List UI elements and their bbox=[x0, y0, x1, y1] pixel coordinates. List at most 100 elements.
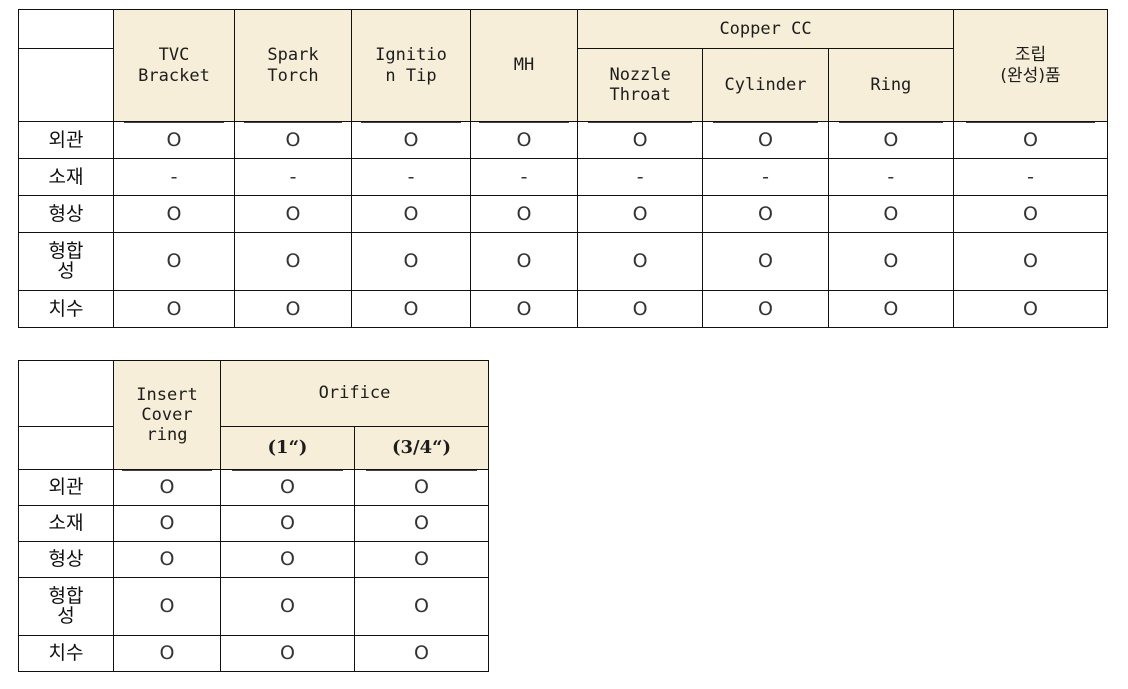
header-line: Ignitio bbox=[375, 45, 447, 66]
cell-value: - bbox=[827, 158, 955, 196]
cell-value: O bbox=[234, 121, 352, 159]
cell-value: O bbox=[113, 505, 221, 542]
row-label-line: 외관 bbox=[48, 128, 84, 151]
cell-value: O bbox=[827, 232, 955, 291]
row-label-fit: 형합 성 bbox=[18, 577, 114, 636]
cell-value: O bbox=[220, 541, 355, 578]
header-line: Ring bbox=[870, 74, 912, 95]
cell-value: O bbox=[351, 232, 471, 291]
cell-value: - bbox=[113, 158, 235, 196]
cell-value: - bbox=[351, 158, 471, 196]
header-line: Insert bbox=[136, 384, 198, 405]
cell-value: O bbox=[470, 232, 578, 291]
header-line: 조립 bbox=[1014, 45, 1047, 66]
row-label-line: 형합 bbox=[48, 585, 84, 608]
table-header-sub-row: (1“) (3/4“) bbox=[18, 426, 489, 470]
column-header-mh: MH bbox=[470, 9, 578, 122]
cell-value: O bbox=[702, 232, 829, 291]
column-header-assembly: 조립 (완성)품 bbox=[953, 9, 1108, 122]
cell-value: O bbox=[354, 541, 489, 578]
table-row: 치수 O O O bbox=[18, 635, 489, 672]
cell-value: O bbox=[953, 290, 1108, 328]
header-line: Bracket bbox=[138, 65, 210, 86]
header-line: Cylinder bbox=[724, 74, 807, 95]
row-label-material: 소재 bbox=[18, 505, 114, 542]
header-corner-spacer bbox=[18, 360, 114, 427]
table-header-group-row: Insert Cover ring Orifice bbox=[18, 360, 489, 470]
table-row: 외관 O O O O O O O O bbox=[18, 121, 1108, 159]
column-header-tvc-bracket: TVC Bracket bbox=[113, 9, 235, 122]
row-label-shape: 형상 bbox=[18, 541, 114, 578]
row-label-line: 소재 bbox=[48, 512, 84, 535]
row-label-line: 성 bbox=[57, 604, 75, 627]
cell-value: O bbox=[953, 195, 1108, 233]
column-group-header-copper-cc: Copper CC bbox=[577, 9, 954, 49]
row-label-material: 소재 bbox=[18, 158, 114, 196]
cell-value: O bbox=[576, 290, 704, 328]
inspection-main-table: TVC Bracket Spark Torch Ignitio n Tip MH… bbox=[18, 9, 1108, 328]
column-header-orifice-1in: (1“) bbox=[220, 426, 355, 470]
row-label-exterior: 외관 bbox=[18, 121, 114, 159]
cell-value: - bbox=[234, 158, 352, 196]
row-label-line: 치수 bbox=[48, 297, 84, 320]
row-label-shape: 형상 bbox=[18, 195, 114, 233]
header-line: Nozzle bbox=[609, 64, 671, 85]
column-header-insert-cover-ring: Insert Cover ring bbox=[113, 360, 221, 470]
column-group-header-orifice: Orifice bbox=[220, 360, 489, 427]
cell-value: O bbox=[234, 290, 352, 328]
cell-value: O bbox=[113, 290, 235, 328]
cell-value: O bbox=[702, 290, 829, 328]
cell-value: O bbox=[113, 635, 221, 672]
table-row: 소재 - - - - - - - - bbox=[18, 158, 1108, 196]
cell-value: O bbox=[234, 195, 352, 233]
column-header-spark-torch: Spark Torch bbox=[234, 9, 352, 122]
cell-value: O bbox=[113, 469, 221, 506]
header-line: Throat bbox=[609, 85, 671, 105]
cell-value: O bbox=[351, 290, 471, 328]
table-row: 외관 O O O bbox=[18, 469, 489, 506]
table-row: 형합 성 O O O bbox=[18, 577, 489, 636]
column-header-orifice-3-4in: (3/4“) bbox=[354, 426, 489, 470]
table-row: 형상 O O O O O O O O bbox=[18, 195, 1108, 233]
row-label-line: 외관 bbox=[48, 476, 84, 499]
cell-value: O bbox=[702, 195, 829, 233]
cell-value: O bbox=[220, 577, 355, 636]
table-row: 소재 O O O bbox=[18, 505, 489, 542]
row-label-line: 형상 bbox=[48, 548, 84, 571]
header-line: n Tip bbox=[385, 65, 437, 86]
row-label-dimension: 치수 bbox=[18, 635, 114, 672]
header-line: (완성)품 bbox=[1000, 65, 1061, 86]
cell-value: O bbox=[953, 121, 1108, 159]
column-header-ring: Ring bbox=[827, 48, 955, 122]
cell-value: O bbox=[827, 290, 955, 328]
cell-value: O bbox=[113, 195, 235, 233]
document-sheet: TVC Bracket Spark Torch Ignitio n Tip MH… bbox=[0, 0, 1128, 689]
row-label-dimension: 치수 bbox=[18, 290, 114, 328]
cell-value: - bbox=[702, 158, 829, 196]
cell-value: O bbox=[827, 195, 955, 233]
cell-value: O bbox=[354, 577, 489, 636]
cell-value: O bbox=[953, 232, 1108, 291]
cell-value: O bbox=[576, 195, 704, 233]
header-corner-spacer-2 bbox=[18, 426, 114, 470]
cell-value: O bbox=[220, 635, 355, 672]
cell-value: O bbox=[113, 577, 221, 636]
cell-value: - bbox=[470, 158, 578, 196]
header-line: TVC bbox=[158, 45, 190, 66]
table-row: 형상 O O O bbox=[18, 541, 489, 578]
cell-value: O bbox=[113, 121, 235, 159]
header-corner-spacer bbox=[18, 9, 114, 49]
cell-value: O bbox=[351, 121, 471, 159]
cell-value: - bbox=[576, 158, 704, 196]
table-row: 형합 성 O O O O O O O O bbox=[18, 232, 1108, 291]
header-line: MH bbox=[513, 55, 535, 76]
cell-value: O bbox=[354, 505, 489, 542]
cell-value: O bbox=[113, 541, 221, 578]
cell-value: O bbox=[234, 232, 352, 291]
row-label-line: 성 bbox=[57, 259, 75, 282]
header-corner-spacer-2 bbox=[18, 48, 114, 122]
cell-value: O bbox=[113, 232, 235, 291]
cell-value: - bbox=[953, 158, 1108, 196]
column-header-cylinder: Cylinder bbox=[702, 48, 829, 122]
cell-value: O bbox=[470, 121, 578, 159]
